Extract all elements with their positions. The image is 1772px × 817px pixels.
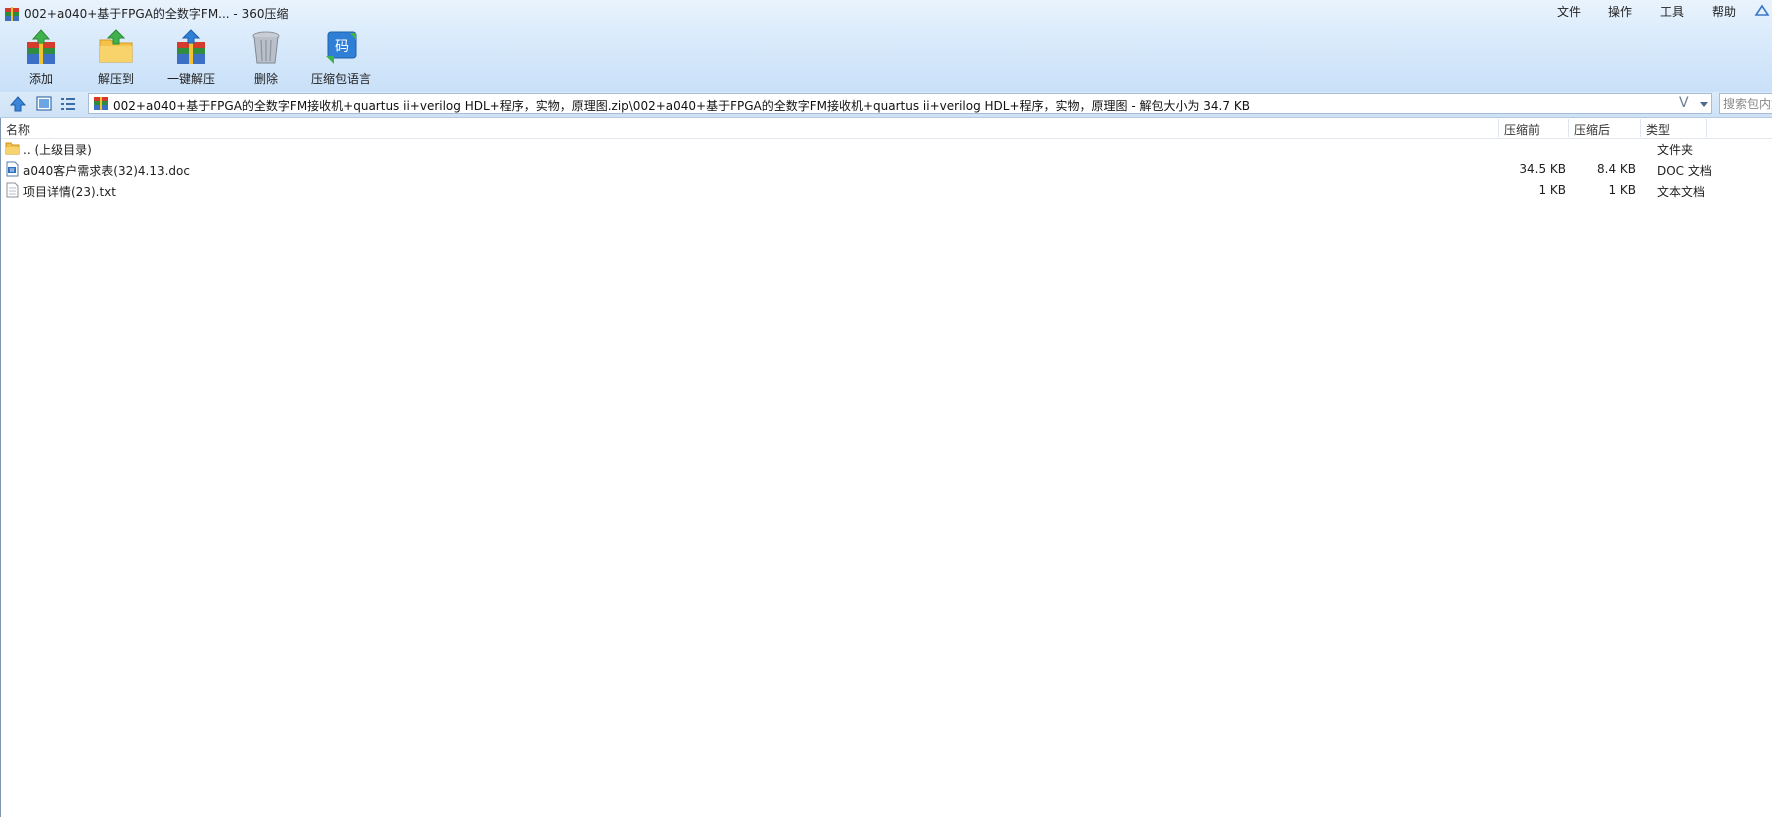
list-item-doc[interactable]: W a040客户需求表(32)4.13.doc 34.5 KB 8.4 KB D… bbox=[0, 159, 1772, 180]
column-compressed-after[interactable]: 压缩后 bbox=[1574, 121, 1610, 138]
delete-button[interactable]: 删除 bbox=[230, 28, 302, 88]
doc-file-icon: W bbox=[6, 161, 19, 177]
menu-tools[interactable]: 工具 bbox=[1660, 3, 1684, 20]
file-list-header: 名称 压缩前 压缩后 类型 bbox=[0, 118, 1772, 139]
trash-icon bbox=[252, 31, 280, 64]
folder-icon bbox=[5, 142, 20, 155]
delete-label: 删除 bbox=[253, 72, 278, 86]
up-level-icon[interactable] bbox=[8, 94, 28, 114]
menu-help[interactable]: 帮助 bbox=[1712, 3, 1736, 20]
thumbnail-view-icon[interactable] bbox=[34, 94, 54, 114]
menu-operation[interactable]: 操作 bbox=[1608, 3, 1632, 20]
file-type: 文本文档 bbox=[1657, 185, 1706, 199]
address-field[interactable]: 002+a040+基于FPGA的全数字FM接收机+quartus ii+veri… bbox=[88, 93, 1712, 114]
column-divider[interactable] bbox=[1568, 119, 1569, 137]
app-archive-icon bbox=[5, 7, 19, 21]
file-name: a040客户需求表(32)4.13.doc bbox=[23, 164, 190, 178]
file-type: 文件夹 bbox=[1657, 143, 1694, 157]
size-before: 34.5 KB bbox=[1519, 162, 1566, 176]
window-title: 002+a040+基于FPGA的全数字FM... - 360压缩 bbox=[24, 7, 289, 21]
add-button[interactable]: 添加 bbox=[5, 28, 77, 88]
column-name[interactable]: 名称 bbox=[6, 121, 30, 138]
language-icon: 码 bbox=[326, 31, 357, 64]
extract-folder-icon bbox=[99, 29, 133, 63]
extract-to-button[interactable]: 解压到 bbox=[80, 28, 152, 88]
address-bar-row: 002+a040+基于FPGA的全数字FM接收机+quartus ii+veri… bbox=[0, 92, 1772, 118]
list-item-parent-folder[interactable]: .. (上级目录) 文件夹 bbox=[0, 138, 1772, 159]
list-view-icon[interactable] bbox=[58, 94, 78, 114]
one-click-extract-label: 一键解压 bbox=[166, 72, 215, 86]
add-icon bbox=[27, 29, 55, 64]
column-divider[interactable] bbox=[1640, 119, 1641, 137]
size-after: 8.4 KB bbox=[1597, 162, 1636, 176]
window-left-border bbox=[0, 118, 1, 817]
column-type[interactable]: 类型 bbox=[1646, 121, 1670, 138]
address-dropdown-icon[interactable] bbox=[1696, 93, 1712, 114]
column-divider[interactable] bbox=[1498, 119, 1499, 137]
size-before: 1 KB bbox=[1538, 183, 1566, 197]
add-label: 添加 bbox=[28, 72, 53, 86]
text-file-icon bbox=[6, 182, 19, 198]
svg-text:W: W bbox=[10, 168, 15, 174]
search-box[interactable] bbox=[1719, 93, 1772, 114]
archive-path-icon bbox=[94, 97, 108, 110]
archive-language-label: 压缩包语言 bbox=[310, 72, 371, 86]
address-v-marker: V bbox=[1679, 95, 1689, 111]
file-name: 项目详情(23).txt bbox=[23, 185, 116, 199]
column-divider[interactable] bbox=[1706, 119, 1707, 137]
size-after: 1 KB bbox=[1608, 183, 1636, 197]
svg-text:码: 码 bbox=[335, 39, 349, 55]
list-item-txt[interactable]: 项目详情(23).txt 1 KB 1 KB 文本文档 bbox=[0, 180, 1772, 201]
menu-file[interactable]: 文件 bbox=[1557, 3, 1581, 20]
file-type: DOC 文档 bbox=[1657, 164, 1712, 178]
archive-language-button[interactable]: 码 压缩包语言 bbox=[305, 28, 377, 88]
search-input[interactable] bbox=[1720, 94, 1772, 113]
one-click-extract-button[interactable]: 一键解压 bbox=[155, 28, 227, 88]
extract-to-label: 解压到 bbox=[97, 72, 134, 86]
file-name: .. (上级目录) bbox=[23, 143, 92, 157]
title-toolbar-area: 002+a040+基于FPGA的全数字FM... - 360压缩 文件 操作 工… bbox=[0, 0, 1772, 92]
one-click-extract-icon bbox=[177, 29, 205, 64]
column-compressed-before[interactable]: 压缩前 bbox=[1504, 121, 1540, 138]
skin-icon[interactable] bbox=[1754, 3, 1772, 19]
address-path: 002+a040+基于FPGA的全数字FM接收机+quartus ii+veri… bbox=[113, 99, 1250, 113]
